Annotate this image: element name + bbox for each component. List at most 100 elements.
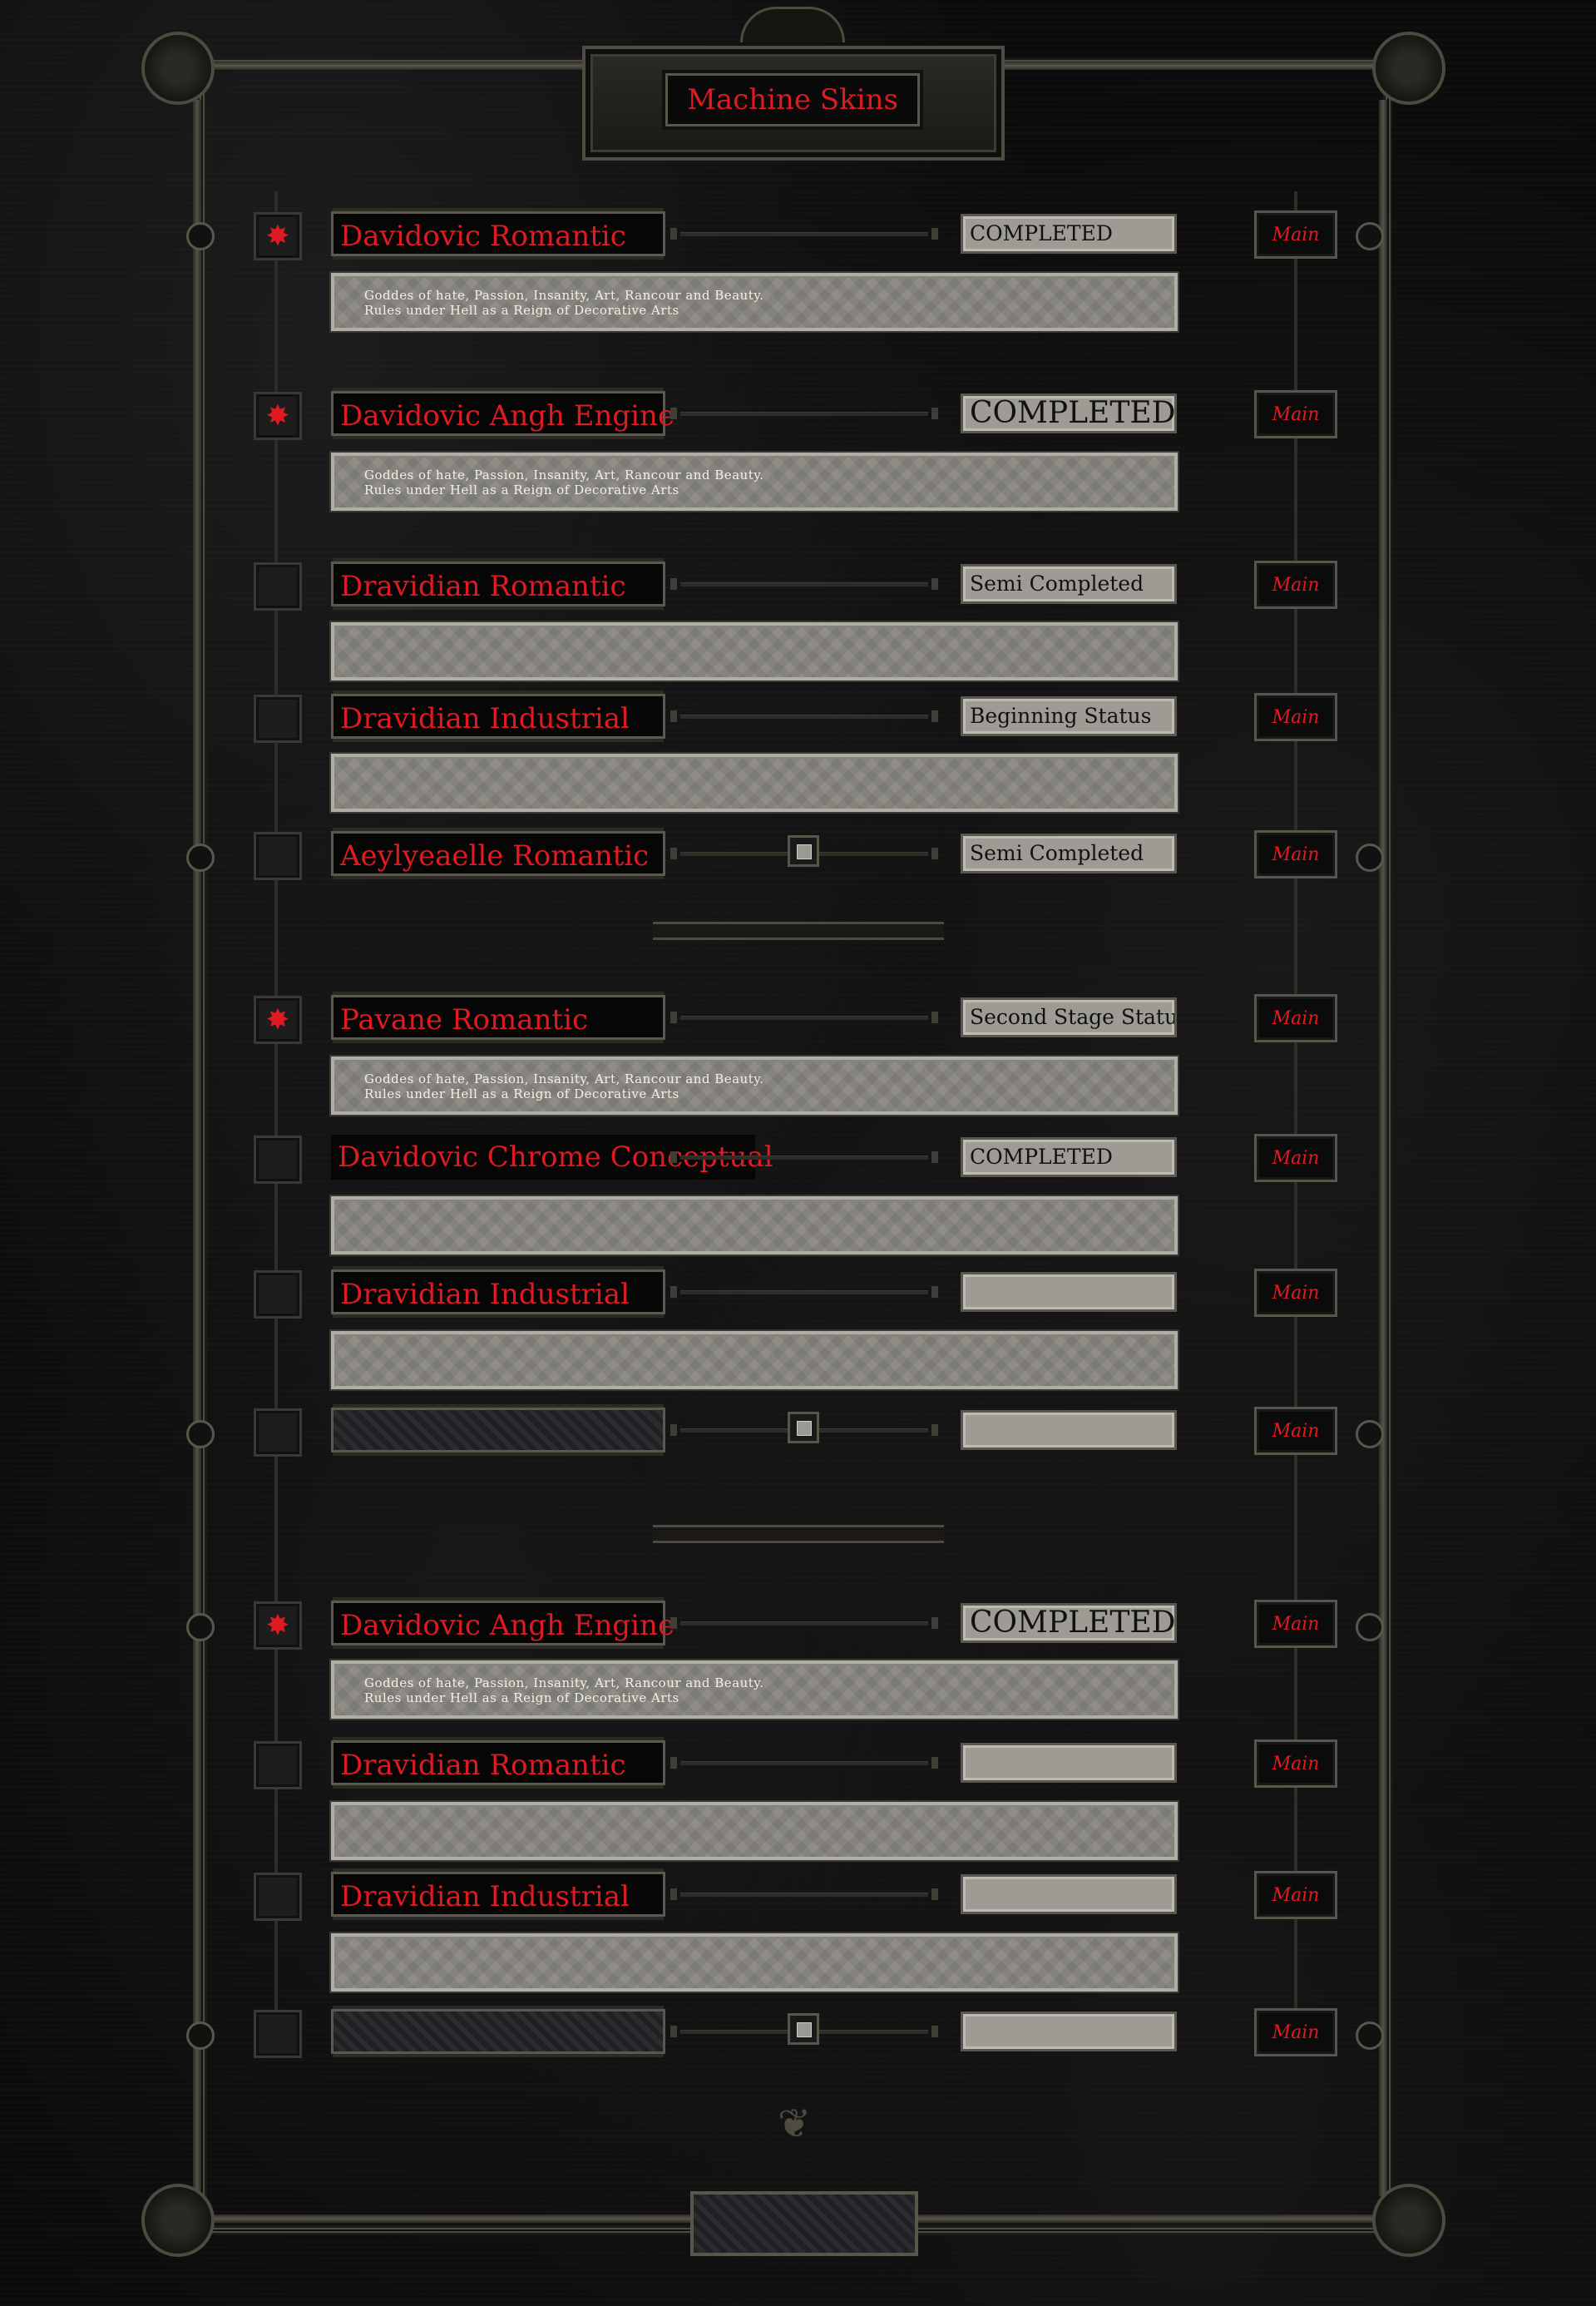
rail-ring-icon bbox=[186, 2021, 215, 2050]
main-button[interactable]: Main bbox=[1254, 1269, 1337, 1317]
select-checkbox[interactable] bbox=[254, 1873, 302, 1921]
select-checkbox[interactable] bbox=[254, 2010, 302, 2058]
status-field: Semi Completed bbox=[961, 834, 1177, 873]
section-divider bbox=[653, 922, 944, 940]
description-line: Goddes of hate, Passion, Insanity, Art, … bbox=[364, 468, 764, 482]
main-button[interactable]: Main bbox=[1254, 994, 1337, 1042]
status-field bbox=[961, 1743, 1177, 1783]
select-checkbox[interactable]: ✸ bbox=[254, 212, 302, 260]
main-button[interactable]: Main bbox=[1254, 390, 1337, 438]
skin-description: Goddes of hate, Passion, Insanity, Art, … bbox=[331, 273, 1178, 331]
skin-name: Pavane Romantic bbox=[331, 995, 665, 1040]
progress-slider[interactable] bbox=[670, 1886, 938, 1903]
corner-ornament-icon bbox=[141, 2184, 215, 2257]
skin-description: Goddes of hate, Passion, Insanity, Art, … bbox=[331, 1057, 1178, 1115]
progress-slider[interactable] bbox=[670, 1149, 938, 1165]
title-finial-icon bbox=[740, 7, 845, 42]
rail-ring-icon bbox=[186, 222, 215, 250]
status-field: Semi Completed bbox=[961, 564, 1177, 604]
select-checkbox[interactable] bbox=[254, 562, 302, 611]
select-checkbox[interactable]: ✸ bbox=[254, 392, 302, 440]
progress-slider[interactable] bbox=[670, 1284, 938, 1300]
progress-slider[interactable] bbox=[670, 708, 938, 725]
corner-ornament-icon bbox=[1372, 2184, 1445, 2257]
select-checkbox[interactable] bbox=[254, 1408, 302, 1457]
main-button[interactable]: Main bbox=[1254, 2008, 1337, 2056]
red-star-icon: ✸ bbox=[265, 399, 290, 433]
select-checkbox[interactable] bbox=[254, 1270, 302, 1319]
description-line: Rules under Hell as a Reign of Decorativ… bbox=[364, 1690, 679, 1705]
skin-description bbox=[331, 1933, 1178, 1992]
bottom-plate bbox=[690, 2191, 918, 2256]
status-field: COMPLETED bbox=[961, 1603, 1177, 1643]
frame-right-rail bbox=[1379, 100, 1387, 2196]
select-checkbox[interactable] bbox=[254, 1741, 302, 1789]
slider-knob-icon[interactable] bbox=[788, 2013, 819, 2045]
page-title: Machine Skins bbox=[665, 73, 920, 126]
skin-name: Dravidian Romantic bbox=[331, 562, 665, 606]
slider-knob-icon[interactable] bbox=[788, 1412, 819, 1443]
status-field: COMPLETED bbox=[961, 1137, 1177, 1177]
description-line: Rules under Hell as a Reign of Decorativ… bbox=[364, 303, 679, 318]
main-button[interactable]: Main bbox=[1254, 561, 1337, 609]
section-divider bbox=[653, 1525, 944, 1543]
red-star-icon: ✸ bbox=[265, 1609, 290, 1642]
progress-slider[interactable] bbox=[670, 835, 938, 867]
description-line: Rules under Hell as a Reign of Decorativ… bbox=[364, 482, 679, 497]
select-checkbox[interactable] bbox=[254, 1136, 302, 1184]
status-field bbox=[961, 1272, 1177, 1312]
skin-name bbox=[331, 2009, 665, 2054]
skin-description bbox=[331, 1802, 1178, 1860]
skin-name bbox=[331, 1408, 665, 1452]
main-button[interactable]: Main bbox=[1254, 1134, 1337, 1182]
status-field: COMPLETED bbox=[961, 214, 1177, 254]
fleur-ornament-icon: ❦ bbox=[778, 2101, 812, 2147]
status-field bbox=[961, 1410, 1177, 1450]
skin-description: Goddes of hate, Passion, Insanity, Art, … bbox=[331, 1660, 1178, 1719]
progress-slider[interactable] bbox=[670, 1009, 938, 1026]
skin-description bbox=[331, 1196, 1178, 1254]
status-field: Second Stage Status bbox=[961, 997, 1177, 1037]
skin-name: Dravidian Industrial bbox=[331, 1269, 665, 1314]
select-checkbox[interactable]: ✸ bbox=[254, 1601, 302, 1650]
progress-slider[interactable] bbox=[670, 1412, 938, 1443]
skin-description bbox=[331, 754, 1178, 812]
status-field: Beginning Status bbox=[961, 696, 1177, 736]
description-line: Goddes of hate, Passion, Insanity, Art, … bbox=[364, 288, 764, 303]
main-button[interactable]: Main bbox=[1254, 830, 1337, 878]
skin-name: Davidovic Angh Engine bbox=[331, 1601, 674, 1645]
progress-slider[interactable] bbox=[670, 1754, 938, 1771]
skin-name: Dravidian Industrial bbox=[331, 1872, 665, 1917]
main-button[interactable]: Main bbox=[1254, 693, 1337, 741]
select-checkbox[interactable] bbox=[254, 832, 302, 880]
main-button[interactable]: Main bbox=[1254, 1407, 1337, 1455]
main-button[interactable]: Main bbox=[1254, 1739, 1337, 1788]
rail-ring-icon bbox=[186, 1420, 215, 1448]
rail-ring-icon bbox=[186, 844, 215, 872]
skin-description bbox=[331, 1331, 1178, 1389]
skin-description bbox=[331, 622, 1178, 680]
skin-name: Dravidian Industrial bbox=[331, 694, 665, 739]
skin-name: Davidovic Romantic bbox=[331, 211, 665, 256]
corner-ornament-icon bbox=[1372, 32, 1445, 105]
select-checkbox[interactable]: ✸ bbox=[254, 996, 302, 1044]
skin-name: Dravidian Romantic bbox=[331, 1740, 665, 1785]
red-star-icon: ✸ bbox=[265, 220, 290, 253]
progress-slider[interactable] bbox=[670, 2013, 938, 2045]
main-button[interactable]: Main bbox=[1254, 1600, 1337, 1648]
slider-knob-icon[interactable] bbox=[788, 835, 819, 867]
red-star-icon: ✸ bbox=[265, 1003, 290, 1037]
progress-slider[interactable] bbox=[670, 1615, 938, 1631]
rail-ring-icon bbox=[1356, 1613, 1384, 1641]
progress-slider[interactable] bbox=[670, 576, 938, 592]
status-field bbox=[961, 2012, 1177, 2051]
progress-slider[interactable] bbox=[670, 405, 938, 422]
rail-ring-icon bbox=[1356, 222, 1384, 250]
progress-slider[interactable] bbox=[670, 225, 938, 242]
rail-ring-icon bbox=[1356, 1420, 1384, 1448]
select-checkbox[interactable] bbox=[254, 695, 302, 743]
main-button[interactable]: Main bbox=[1254, 1871, 1337, 1919]
main-button[interactable]: Main bbox=[1254, 210, 1337, 259]
status-field bbox=[961, 1874, 1177, 1914]
rail-ring-icon bbox=[186, 1613, 215, 1641]
